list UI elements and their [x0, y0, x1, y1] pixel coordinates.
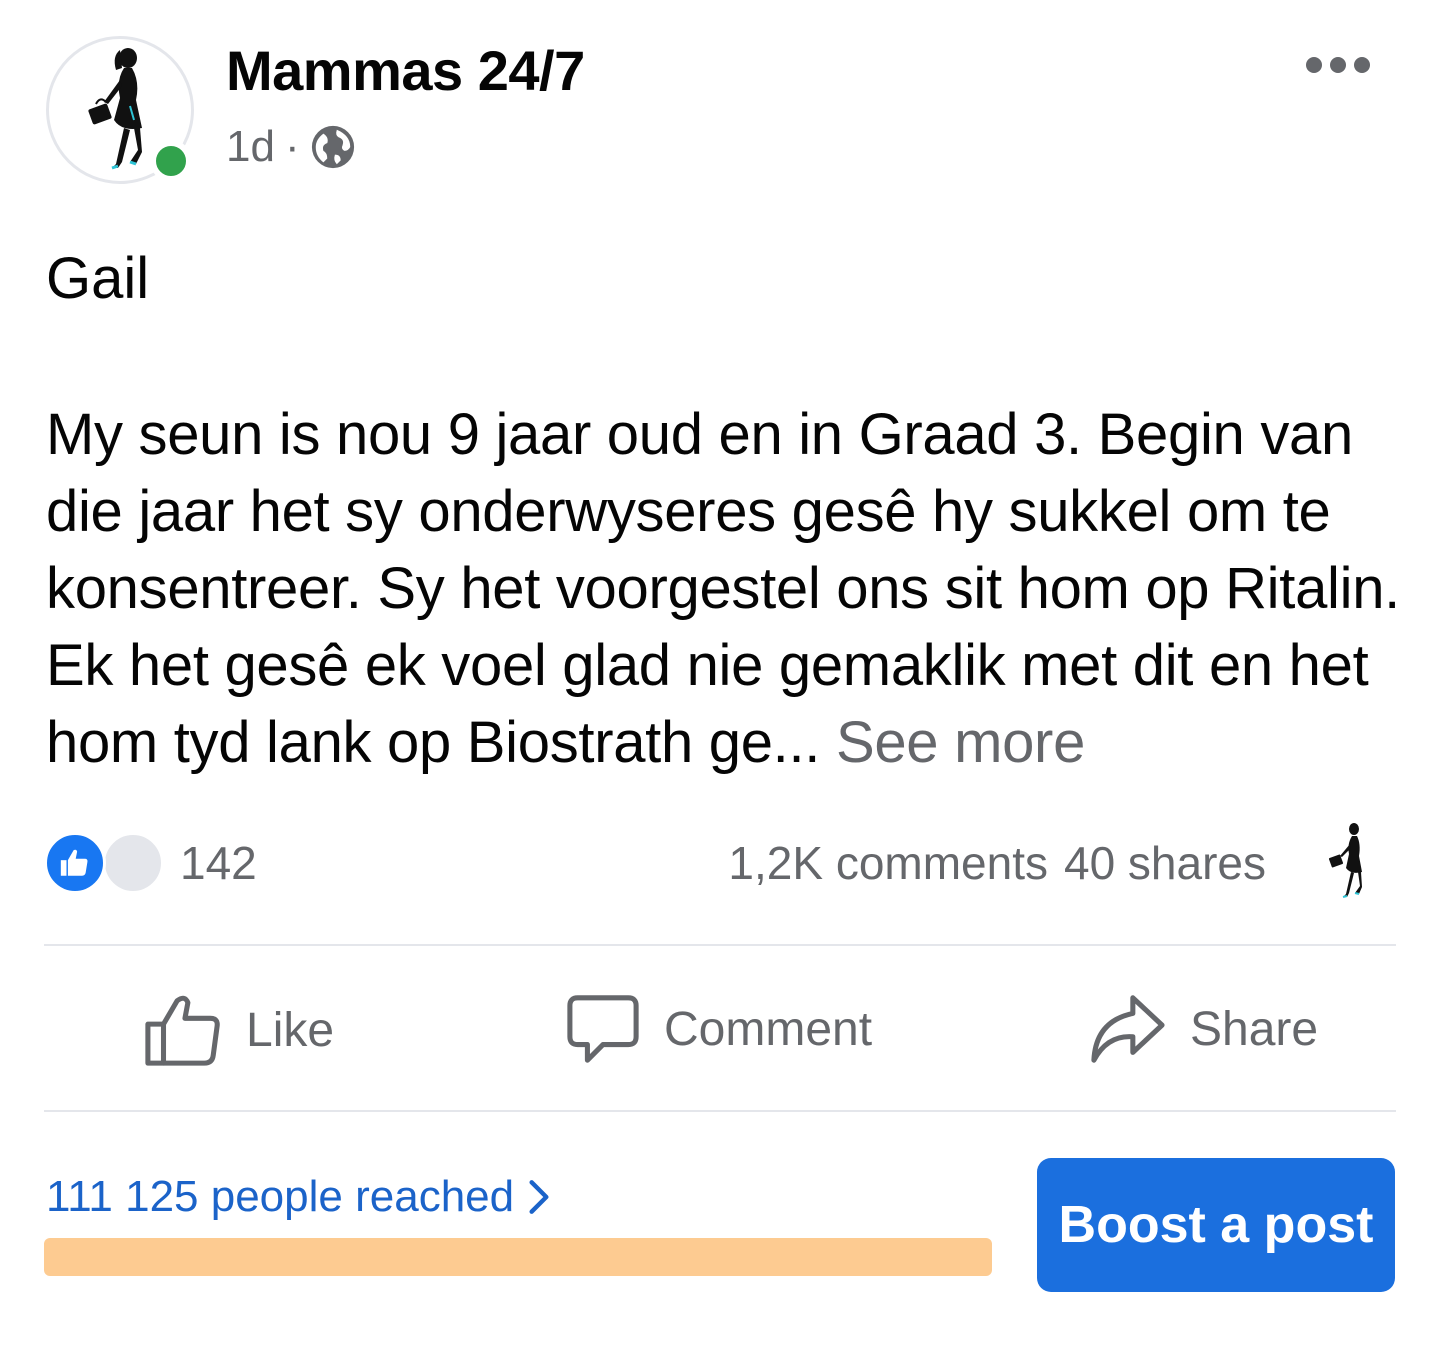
like-label: Like — [246, 1003, 335, 1057]
engagement-stats: 1,2K comments 40 shares — [728, 836, 1266, 890]
comment-bubble-icon — [567, 995, 639, 1063]
reaction-placeholder-icon — [102, 832, 164, 894]
more-dots-icon[interactable] — [1306, 50, 1370, 80]
online-status-dot — [150, 140, 192, 182]
chevron-right-icon — [529, 1180, 549, 1214]
comment-button[interactable]: Comment — [566, 992, 872, 1066]
facebook-post: Mammas 24/7 1d · Gail My seun is nou 9 j… — [0, 0, 1440, 1352]
shares-count[interactable]: 40 shares — [1064, 836, 1266, 890]
meta-separator: · — [284, 122, 300, 171]
thumbs-up-icon — [145, 995, 220, 1066]
comment-label: Comment — [664, 1002, 873, 1056]
page-name[interactable]: Mammas 24/7 — [226, 38, 585, 103]
reach-progress-bar — [44, 1238, 992, 1276]
people-reached-link[interactable]: 111 125 people reached — [46, 1172, 550, 1222]
post-meta: 1d · — [226, 122, 356, 172]
post-time[interactable]: 1d — [226, 122, 275, 172]
share-label: Share — [1190, 1002, 1319, 1056]
share-button[interactable]: Share — [1088, 992, 1318, 1066]
share-arrow-icon — [1091, 995, 1165, 1063]
post-body: My seun is nou 9 jaar oud en in Graad 3.… — [46, 402, 1400, 775]
like-reaction-icon — [44, 832, 106, 894]
comments-count[interactable]: 1,2K comments — [728, 836, 1048, 890]
page-avatar[interactable] — [46, 36, 194, 184]
reactions-summary[interactable]: 142 — [44, 832, 257, 894]
like-button[interactable]: Like — [144, 992, 334, 1068]
post-text: My seun is nou 9 jaar oud en in Graad 3.… — [46, 396, 1406, 781]
see-more-link[interactable]: See more — [836, 710, 1085, 775]
divider-bottom — [44, 1110, 1396, 1112]
post-author: Gail — [46, 246, 150, 311]
divider-top — [44, 944, 1396, 946]
boost-post-button[interactable]: Boost a post — [1037, 1158, 1395, 1292]
globe-icon[interactable] — [310, 124, 356, 170]
poster-avatar-icon[interactable] — [1318, 820, 1378, 904]
reaction-count: 142 — [180, 837, 257, 889]
people-reached-text: 111 125 people reached — [46, 1172, 515, 1221]
